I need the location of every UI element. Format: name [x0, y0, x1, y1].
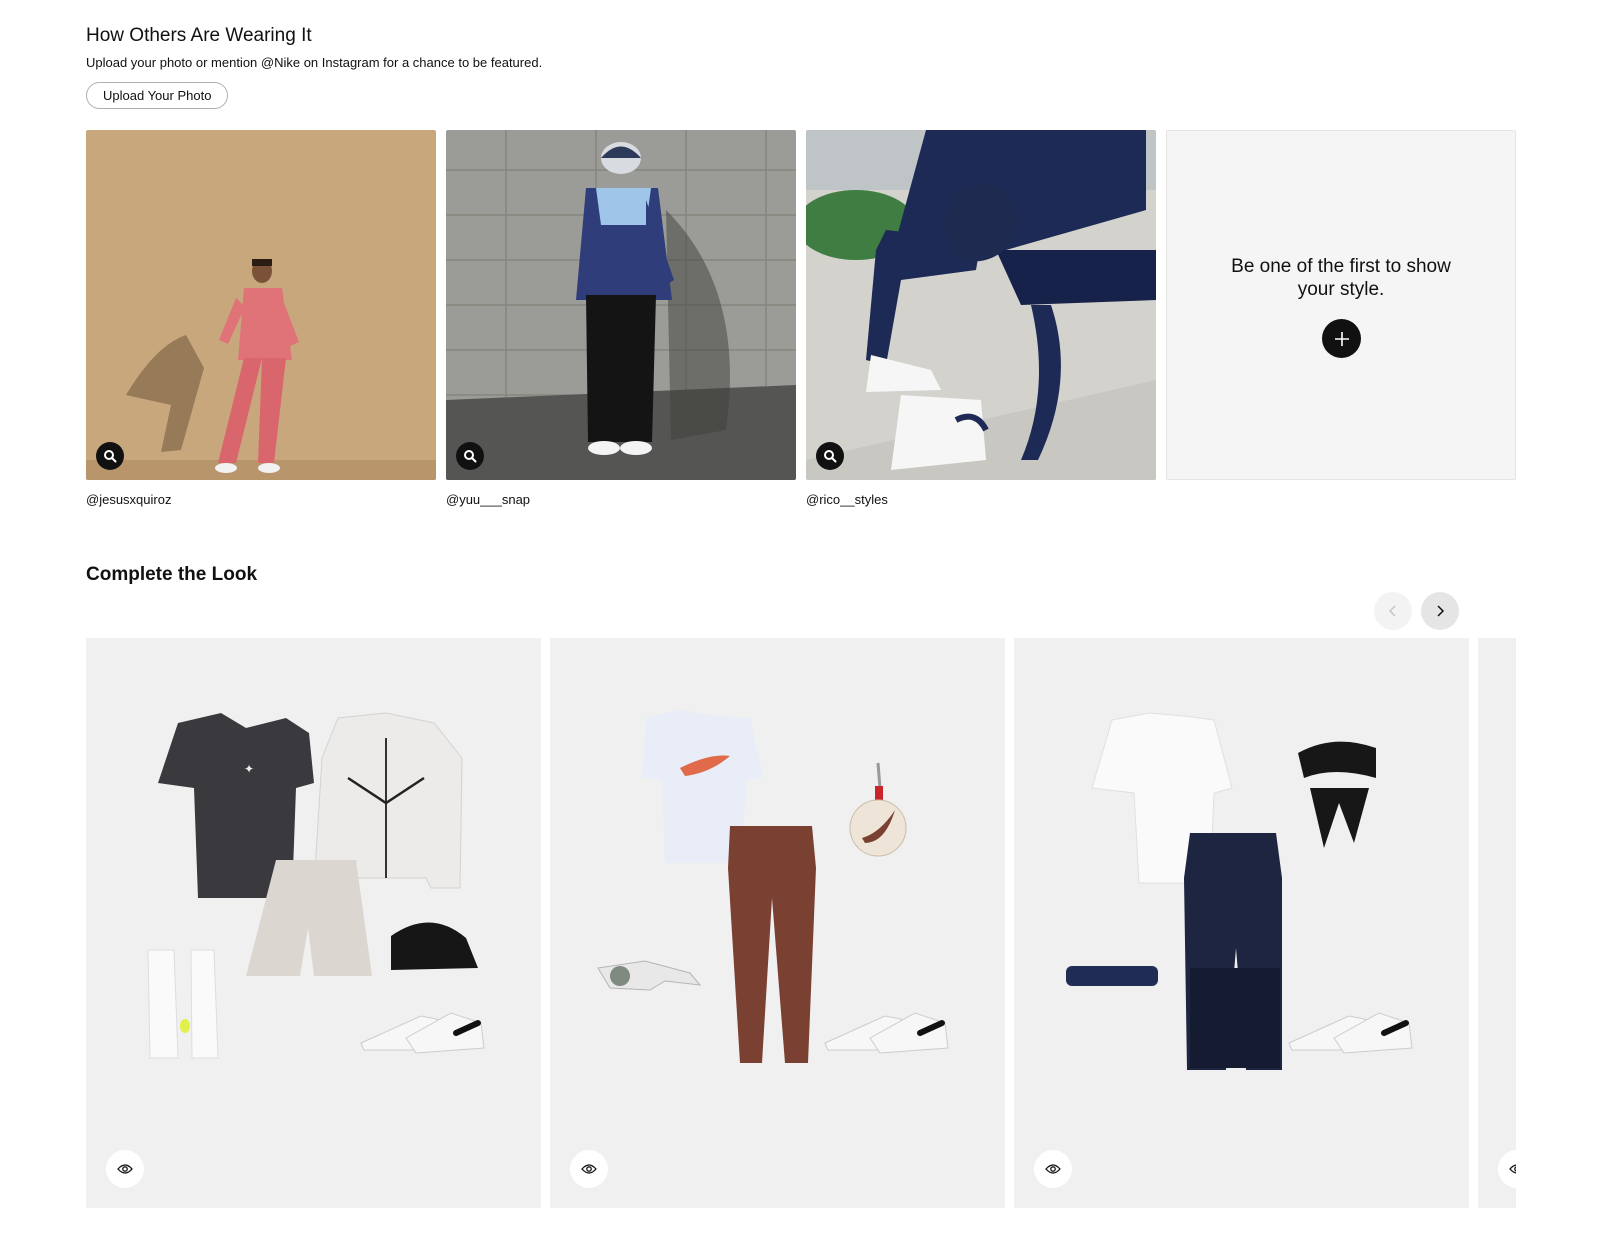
ugc-subtitle: Upload your photo or mention @Nike on In…: [86, 55, 543, 70]
view-look-button[interactable]: [106, 1150, 144, 1188]
zoom-button[interactable]: [816, 442, 844, 470]
ugc-photo-1[interactable]: [86, 130, 436, 480]
look-carousel[interactable]: ✦: [86, 638, 1516, 1208]
look-card-2[interactable]: [550, 638, 1005, 1208]
eye-icon: [1509, 1164, 1516, 1174]
ugc-photo-3-image: [806, 130, 1156, 480]
eye-icon: [117, 1164, 133, 1174]
view-look-button[interactable]: [570, 1150, 608, 1188]
look-card-3-image: [1066, 712, 1413, 1070]
zoom-button[interactable]: [96, 442, 124, 470]
ugc-photo-2[interactable]: [446, 130, 796, 480]
eye-icon: [1045, 1164, 1061, 1174]
search-icon: [464, 450, 477, 463]
ugc-handle-1[interactable]: @jesusxquiroz: [86, 492, 171, 508]
look-card-4[interactable]: [1478, 638, 1516, 1208]
eye-icon: [581, 1164, 597, 1174]
add-photo-button[interactable]: [1322, 319, 1361, 358]
plus-icon: [1334, 331, 1349, 346]
ugc-photo-2-image: [446, 130, 796, 480]
look-card-3[interactable]: [1014, 638, 1469, 1208]
svg-text:✦: ✦: [244, 762, 254, 776]
ugc-photo-3[interactable]: [806, 130, 1156, 480]
upload-prompt-card[interactable]: Be one of the first to show your style.: [1166, 130, 1516, 480]
carousel-prev-button[interactable]: [1374, 592, 1412, 630]
view-look-button[interactable]: [1034, 1150, 1072, 1188]
look-card-1-image: ✦: [147, 712, 485, 1059]
chevron-left-icon: [1388, 605, 1396, 617]
look-card-2-image: [597, 710, 949, 1063]
upload-photo-button[interactable]: Upload Your Photo: [86, 82, 229, 109]
complete-look-title: Complete the Look: [86, 564, 258, 585]
search-icon: [104, 450, 117, 463]
chevron-right-icon: [1437, 605, 1445, 617]
carousel-next-button[interactable]: [1421, 592, 1459, 630]
view-look-button[interactable]: [1498, 1150, 1516, 1188]
ugc-handle-2[interactable]: @yuu___snap: [446, 492, 530, 508]
ugc-photo-1-image: [86, 130, 436, 480]
look-card-1[interactable]: ✦: [86, 638, 541, 1208]
search-icon: [824, 450, 837, 463]
upload-prompt-text: Be one of the first to show your style.: [1231, 256, 1451, 300]
zoom-button[interactable]: [456, 442, 484, 470]
ugc-title: How Others Are Wearing It: [86, 25, 312, 46]
ugc-handle-3[interactable]: @rico__styles: [806, 492, 888, 508]
